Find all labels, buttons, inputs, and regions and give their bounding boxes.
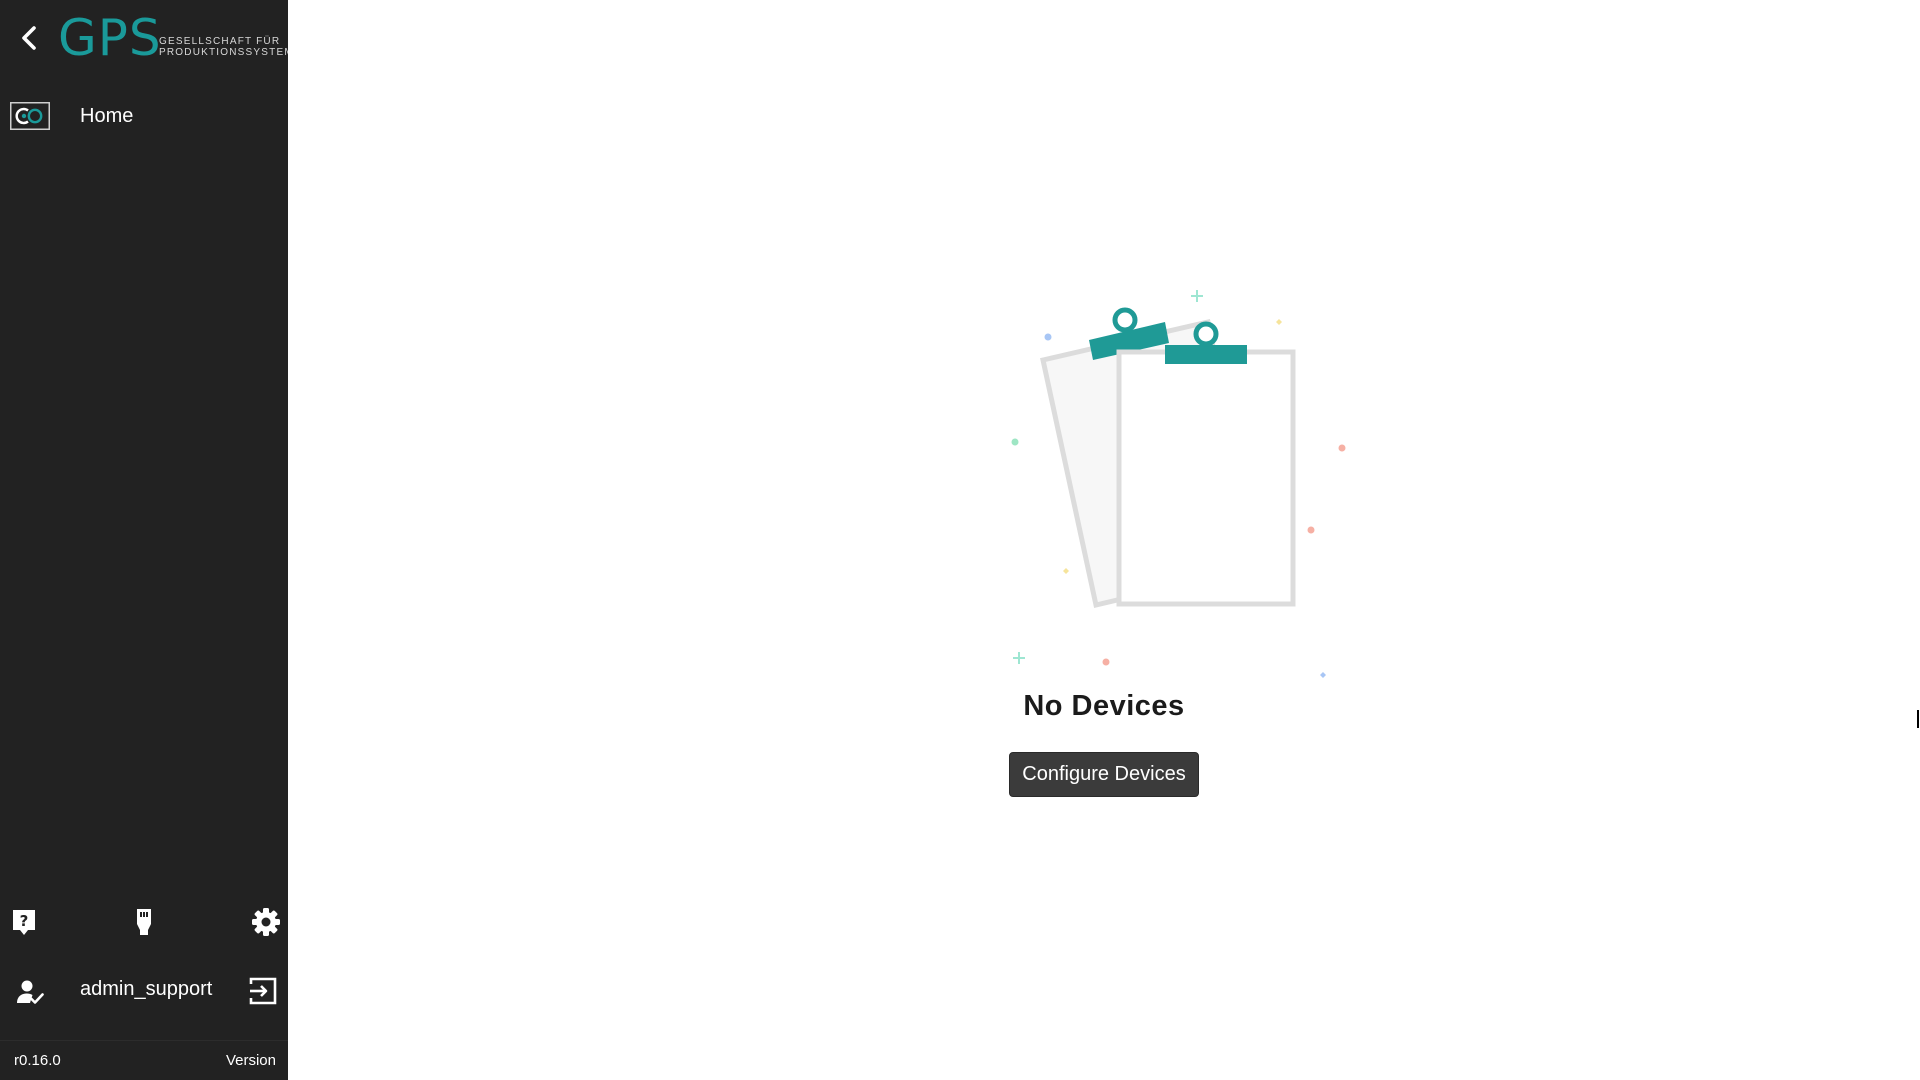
settings-button[interactable] bbox=[250, 906, 282, 938]
sidebar-footer: r0.16.0 Version bbox=[0, 1040, 288, 1080]
help-button[interactable]: ? bbox=[8, 906, 40, 938]
logout-icon bbox=[249, 977, 277, 1005]
sidebar-item-label: Home bbox=[80, 105, 134, 127]
logo-subtitle: GESELLSCHAFT FÜR PRODUKTIONSSYSTEME bbox=[159, 36, 288, 58]
text-cursor bbox=[1917, 710, 1919, 728]
back-button[interactable] bbox=[14, 22, 46, 54]
sidebar-header: GPS GESELLSCHAFT FÜR PRODUKTIONSSYSTEME bbox=[0, 0, 288, 76]
user-row: admin_support bbox=[0, 970, 288, 1010]
empty-state-title: No Devices bbox=[1023, 690, 1185, 722]
front-clipboard bbox=[1116, 321, 1296, 607]
logo-subtitle-line2: PRODUKTIONSSYSTEME bbox=[159, 47, 288, 58]
logo-subtitle-line1: GESELLSCHAFT FÜR bbox=[159, 36, 281, 47]
username: admin_support bbox=[80, 978, 213, 1000]
user-check-icon bbox=[17, 980, 44, 1004]
main-content: No Devices Configure Devices bbox=[288, 0, 1920, 1080]
chevron-left-icon bbox=[22, 26, 36, 50]
app-window: GPS GESELLSCHAFT FÜR PRODUKTIONSSYSTEME … bbox=[0, 0, 1920, 1080]
version-number: r0.16.0 bbox=[14, 1052, 61, 1069]
company-logo: GPS GESELLSCHAFT FÜR PRODUKTIONSSYSTEME bbox=[58, 12, 288, 64]
help-icon: ? bbox=[13, 910, 35, 935]
version-link[interactable]: Version bbox=[226, 1052, 276, 1069]
configure-devices-button[interactable]: Configure Devices bbox=[1009, 752, 1199, 797]
logout-button[interactable] bbox=[248, 976, 278, 1006]
gear-icon bbox=[252, 908, 280, 936]
network-plug-icon bbox=[137, 909, 151, 935]
svg-text:?: ? bbox=[20, 912, 29, 930]
logo-mark: GPS bbox=[58, 12, 162, 64]
co-logo-icon bbox=[10, 102, 50, 130]
clipboards-illustration bbox=[1011, 290, 1346, 678]
sidebar: GPS GESELLSCHAFT FÜR PRODUKTIONSSYSTEME … bbox=[0, 0, 288, 1080]
sidebar-item-home[interactable]: Home bbox=[0, 96, 288, 136]
network-button[interactable] bbox=[128, 906, 160, 938]
